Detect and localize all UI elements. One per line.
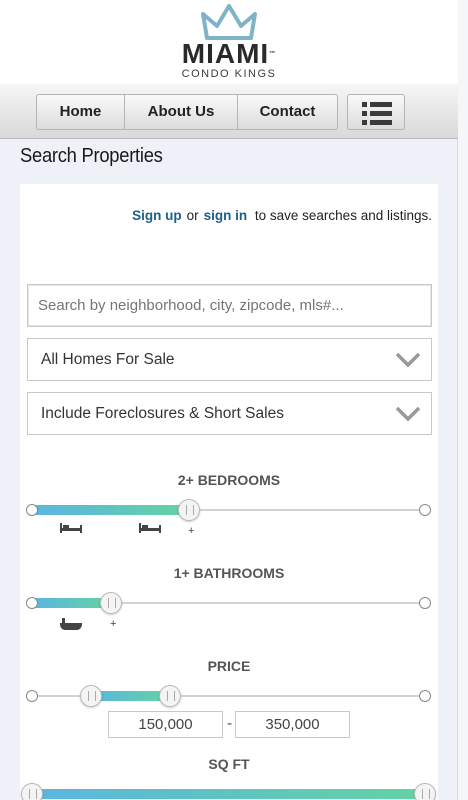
- logo-trademark: ™: [269, 51, 277, 57]
- nav-bar: Home About Us Contact: [0, 84, 458, 139]
- page: MIAMI™ CONDO KINGS Home About Us Contact…: [0, 0, 458, 800]
- nav-about-button[interactable]: About Us: [125, 95, 238, 129]
- price-separator: -: [227, 715, 232, 732]
- menu-button[interactable]: [347, 94, 405, 130]
- sign-up-link[interactable]: Sign up: [132, 208, 182, 223]
- price-max-input[interactable]: 350,000: [235, 711, 350, 738]
- bed-icon: [139, 523, 161, 533]
- nav-home-button[interactable]: Home: [37, 95, 125, 129]
- foreclosure-select[interactable]: Include Foreclosures & Short Sales: [27, 392, 432, 435]
- nav-group: Home About Us Contact: [36, 94, 338, 130]
- search-card: Sign up or sign in to save searches and li…: [20, 184, 438, 800]
- logo-tagline: CONDO KINGS: [181, 68, 277, 80]
- price-min-input[interactable]: 150,000: [108, 711, 223, 738]
- bathrooms-label: 1+ BATHROOMS: [173, 565, 285, 581]
- bedrooms-min-knob[interactable]: [26, 504, 38, 516]
- page-title: Search Properties: [20, 145, 163, 167]
- bathrooms-plus: +: [110, 618, 117, 630]
- price-fill: [90, 691, 170, 701]
- sqft-max-handle[interactable]: [414, 783, 436, 800]
- hamburger-menu-icon: [362, 102, 392, 125]
- search-input[interactable]: [27, 284, 432, 327]
- price-label: PRICE: [207, 658, 251, 674]
- price-max-knob[interactable]: [419, 690, 431, 702]
- signup-prompt: Sign up or sign in to save searches and li…: [20, 208, 432, 223]
- nav-contact-button[interactable]: Contact: [238, 95, 337, 129]
- bedrooms-max-knob[interactable]: [419, 504, 431, 516]
- price-max-handle[interactable]: [158, 685, 181, 707]
- bed-icon: [60, 523, 82, 533]
- home-type-value: All Homes For Sale: [41, 351, 175, 368]
- chevron-down-icon: [395, 406, 421, 422]
- bedrooms-plus: +: [188, 525, 195, 537]
- bedrooms-handle[interactable]: [178, 499, 201, 521]
- bathtub-icon: [60, 618, 82, 630]
- chevron-down-icon: [395, 352, 421, 368]
- sqft-fill: [32, 789, 425, 799]
- logo-wordmark: MIAMI: [181, 38, 270, 69]
- save-searches-text: to save searches and listings.: [254, 208, 432, 223]
- site-header: MIAMI™ CONDO KINGS: [0, 0, 458, 84]
- price-min-handle[interactable]: [79, 685, 102, 707]
- crown-icon: [201, 4, 257, 40]
- bathrooms-handle[interactable]: [99, 592, 122, 614]
- logo[interactable]: MIAMI™ CONDO KINGS: [166, 4, 292, 82]
- bathrooms-fill: [32, 598, 111, 608]
- bedrooms-label: 2+ BEDROOMS: [177, 472, 281, 488]
- home-type-select[interactable]: All Homes For Sale: [27, 338, 432, 381]
- bathrooms-max-knob[interactable]: [419, 597, 431, 609]
- scrollbar[interactable]: [458, 0, 468, 800]
- bedrooms-fill: [32, 505, 190, 515]
- sqft-label: SQ FT: [208, 756, 250, 772]
- or-text: or: [186, 208, 199, 223]
- foreclosure-value: Include Foreclosures & Short Sales: [41, 405, 284, 422]
- sign-in-link[interactable]: sign in: [204, 208, 248, 223]
- price-min-knob[interactable]: [26, 690, 38, 702]
- bathrooms-min-knob[interactable]: [26, 597, 38, 609]
- sqft-min-handle[interactable]: [21, 783, 43, 800]
